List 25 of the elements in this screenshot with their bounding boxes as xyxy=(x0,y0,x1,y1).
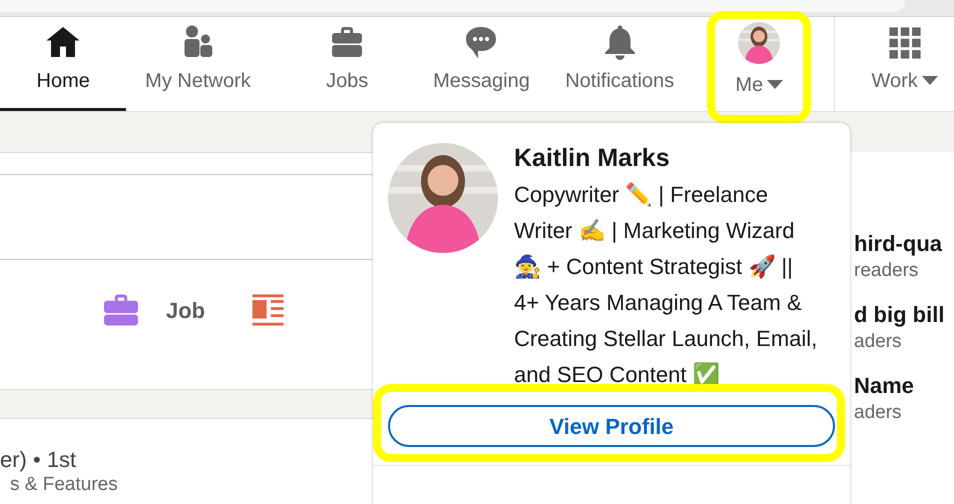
profile-name: Kaitlin Marks xyxy=(514,143,671,173)
grid-icon xyxy=(888,26,922,60)
avatar xyxy=(738,22,780,64)
nav-tab[interactable]: Notifications xyxy=(548,17,692,111)
nav-tab[interactable]: Messaging xyxy=(414,17,548,111)
nav-tab[interactable]: Jobs xyxy=(282,17,413,111)
caret-icon xyxy=(767,80,784,90)
news-meta: aders xyxy=(854,330,903,354)
nav-tab[interactable]: Home xyxy=(0,17,126,111)
article-icon xyxy=(251,293,286,327)
composer-action[interactable]: Job xyxy=(102,293,206,327)
news-title: hird-qua xyxy=(854,230,944,258)
caret-icon xyxy=(922,76,938,86)
composer-action[interactable] xyxy=(251,293,286,327)
news-meta: readers xyxy=(854,259,920,283)
post-subtitle: s & Features xyxy=(9,473,119,497)
nav-tab[interactable]: Work xyxy=(855,17,954,111)
news-meta: aders xyxy=(854,401,903,425)
news-title: d big bill xyxy=(854,301,946,329)
post-byline: er) • 1st xyxy=(0,447,78,473)
news-title: Name xyxy=(854,372,915,400)
view-profile-button[interactable]: View Profile xyxy=(388,405,835,447)
nav-tab[interactable]: My Network xyxy=(126,17,270,111)
briefcase-icon xyxy=(102,293,140,327)
nav-tab[interactable]: Me xyxy=(717,21,802,111)
